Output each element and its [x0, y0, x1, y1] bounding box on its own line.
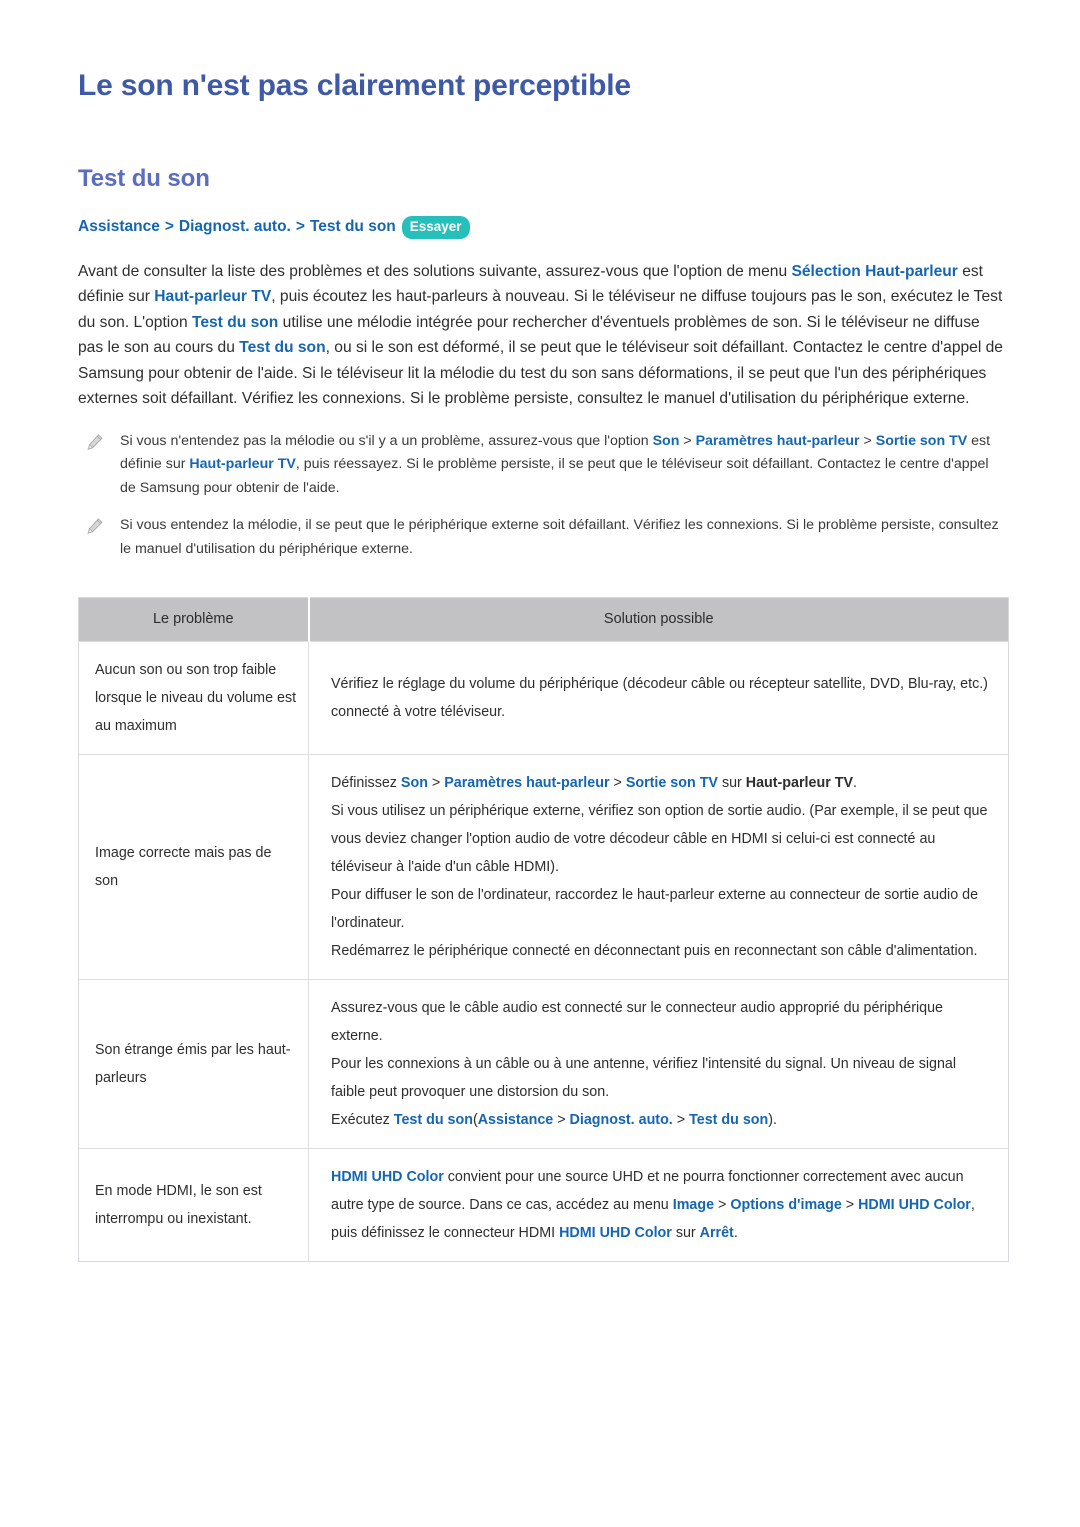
solution-line: Exécutez Test du son(Assistance > Diagno…	[331, 1106, 990, 1134]
note1-sep-2: >	[859, 432, 876, 449]
solution-line: Assurez-vous que le câble audio est conn…	[331, 1000, 943, 1044]
keyword-off: Arrêt	[699, 1225, 734, 1241]
keyword-image: Image	[672, 1197, 715, 1213]
keyword-sound-test-2: Test du son	[689, 1112, 769, 1128]
solution-line: Vérifiez le réglage du volume du périphé…	[331, 676, 988, 720]
breadcrumb-item-sound-test[interactable]: Test du son	[310, 216, 396, 238]
r4-sep-2: >	[841, 1197, 859, 1213]
keyword-sound-test-1: Test du son	[191, 313, 279, 331]
r3l3-sep1: >	[553, 1112, 570, 1128]
keyword-son: Son	[400, 775, 428, 791]
document-page: Le son n'est pas clairement perceptible …	[0, 0, 1080, 1527]
r4-text-3: sur	[671, 1225, 700, 1241]
keyword-tv-speaker: Haut-parleur TV	[154, 288, 272, 305]
note1-sep-1: >	[679, 432, 696, 449]
section-title: Test du son	[78, 165, 210, 192]
breadcrumb-separator: >	[164, 218, 174, 236]
solution-line: Pour les connexions à un câble ou à une …	[331, 1056, 957, 1100]
r2l1-end: .	[853, 775, 858, 791]
table-header-row: Le problème Solution possible	[78, 597, 1009, 642]
solution-line: HDMI UHD Color convient pour une source …	[331, 1163, 990, 1247]
keyword-assistance: Assistance	[477, 1112, 554, 1128]
table-row: Son étrange émis par les haut-parleurs A…	[78, 979, 1009, 1149]
keyword-self-diagnosis: Diagnost. auto.	[569, 1112, 673, 1128]
r2l1-sep2: >	[609, 775, 626, 791]
r2l1-sep1: >	[427, 775, 445, 791]
r4-sep-1: >	[714, 1197, 731, 1213]
solution-line: Définissez Son > Paramètres haut-parleur…	[331, 769, 990, 797]
r2l1-pre: Définissez	[331, 775, 401, 791]
keyword-tv-speaker: Haut-parleur TV	[189, 456, 296, 472]
pencil-icon	[86, 517, 104, 535]
keyword-tv-speaker: Haut-parleur TV	[745, 775, 854, 791]
breadcrumb-item-assistance[interactable]: Assistance	[78, 216, 160, 238]
note-item: Si vous entendez la mélodie, il se peut …	[78, 514, 1008, 561]
breadcrumb-item-diagnostic[interactable]: Diagnost. auto.	[179, 216, 291, 238]
notes-list: Si vous n'entendez pas la mélodie ou s'i…	[78, 430, 1008, 562]
column-header-solution: Solution possible	[308, 597, 1009, 642]
keyword-hdmi-uhd-color-1: HDMI UHD Color	[331, 1169, 444, 1185]
cell-problem: Aucun son ou son trop faible lorsque le …	[78, 641, 309, 755]
content-column: Le son n'est pas clairement perceptible …	[78, 0, 1009, 1262]
cell-solution: Définissez Son > Paramètres haut-parleur…	[308, 754, 1009, 980]
keyword-hdmi-uhd-color-3: HDMI UHD Color	[559, 1225, 672, 1241]
keyword-tv-sound-output: Sortie son TV	[875, 432, 968, 449]
r3l3-sep2: >	[672, 1112, 690, 1128]
table-row: En mode HDMI, le son est interrompu ou i…	[78, 1148, 1009, 1262]
keyword-sound-test: Test du son	[393, 1112, 473, 1128]
r4-text-4: .	[733, 1225, 738, 1241]
solution-line: Pour diffuser le son de l'ordinateur, ra…	[331, 887, 979, 931]
cell-solution: Vérifiez le réglage du volume du périphé…	[308, 641, 1009, 755]
keyword-speaker-settings: Paramètres haut-parleur	[695, 432, 860, 449]
cell-solution: HDMI UHD Color convient pour une source …	[308, 1148, 1009, 1262]
intro-paragraph: Avant de consulter la liste des problème…	[78, 239, 1008, 412]
keyword-speaker-settings: Paramètres haut-parleur	[444, 775, 610, 791]
keyword-hdmi-uhd-color-2: HDMI UHD Color	[858, 1197, 971, 1213]
keyword-tv-sound-output: Sortie son TV	[625, 775, 718, 791]
breadcrumb-separator: >	[295, 218, 305, 236]
intro-text-1: Avant de consulter la liste des problème…	[78, 262, 792, 280]
r2l1-mid: sur	[717, 775, 746, 791]
keyword-selection-speaker: Sélection Haut-parleur	[791, 262, 958, 280]
note-text: Si vous n'entendez pas la mélodie ou s'i…	[120, 430, 1008, 501]
note-text: Si vous entendez la mélodie, il se peut …	[120, 517, 999, 557]
cell-problem: Image correcte mais pas de son	[78, 754, 309, 980]
cell-solution: Assurez-vous que le câble audio est conn…	[308, 979, 1009, 1149]
solution-line: Si vous utilisez un périphérique externe…	[331, 803, 988, 875]
troubleshooting-table: Le problème Solution possible Aucun son …	[78, 597, 1009, 1262]
page-title: Le son n'est pas clairement perceptible	[78, 69, 631, 102]
note1-text-1: Si vous n'entendez pas la mélodie ou s'i…	[120, 432, 653, 449]
keyword-sound-test-2: Test du son	[239, 339, 326, 356]
pencil-icon	[86, 433, 104, 451]
cell-problem: En mode HDMI, le son est interrompu ou i…	[78, 1148, 309, 1262]
keyword-image-options: Options d'image	[730, 1197, 842, 1213]
r3l3-pre: Exécutez	[331, 1112, 394, 1128]
try-badge[interactable]: Essayer	[401, 216, 470, 239]
table-row: Image correcte mais pas de son Définisse…	[78, 754, 1009, 980]
keyword-son: Son	[652, 432, 680, 449]
column-header-problem: Le problème	[78, 597, 310, 642]
cell-problem: Son étrange émis par les haut-parleurs	[78, 979, 309, 1149]
breadcrumb: Assistance > Diagnost. auto. > Test du s…	[78, 216, 1008, 239]
r3l3-paren-close: ).	[768, 1112, 777, 1128]
table-row: Aucun son ou son trop faible lorsque le …	[78, 641, 1009, 755]
note-item: Si vous n'entendez pas la mélodie ou s'i…	[78, 430, 1008, 501]
solution-line: Redémarrez le périphérique connecté en d…	[331, 943, 978, 959]
